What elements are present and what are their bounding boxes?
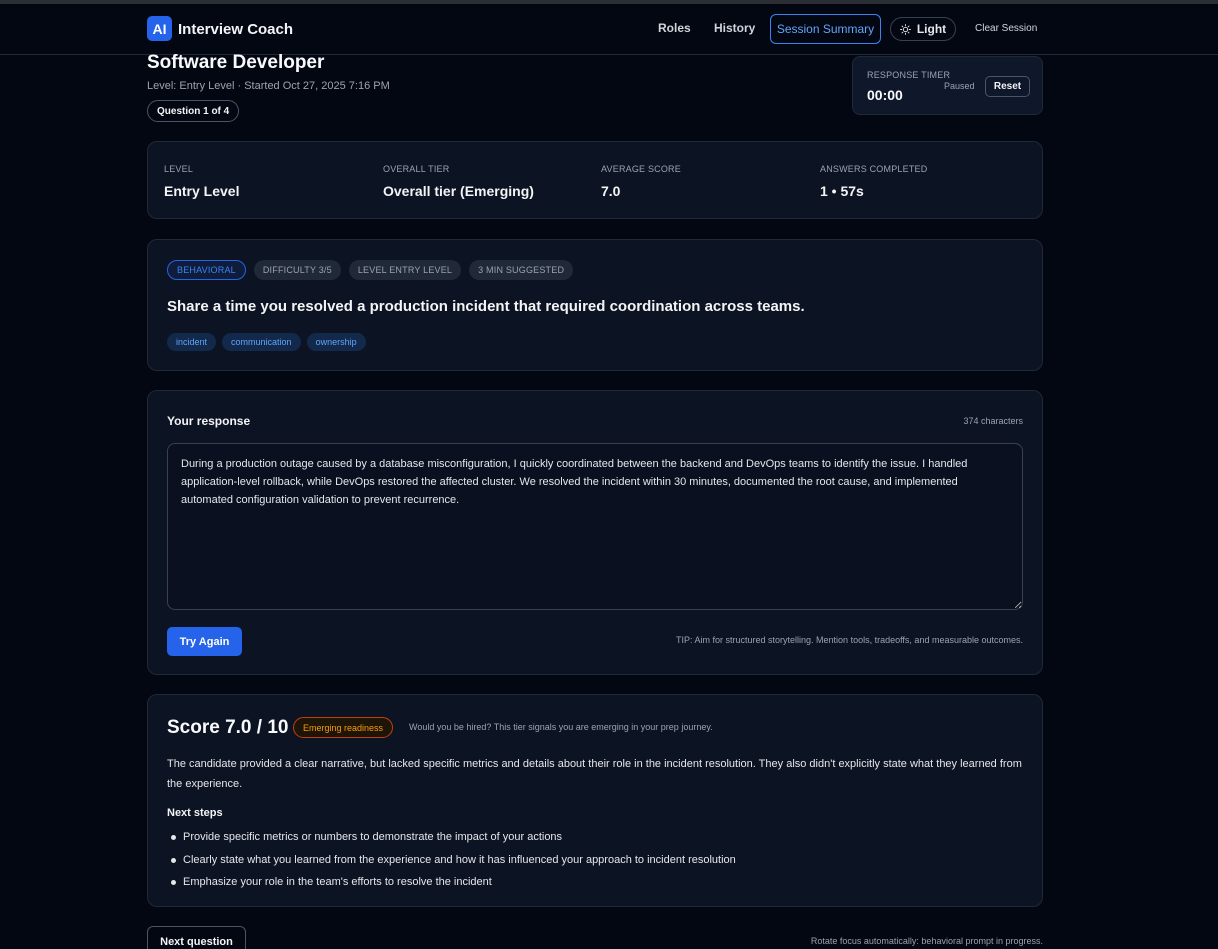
session-meta: Level: Entry Level · Started Oct 27, 202… <box>147 80 390 92</box>
timer-status: Paused <box>944 81 975 91</box>
nav-history[interactable]: History <box>714 21 755 35</box>
next-steps-list: Provide specific metrics or numbers to d… <box>167 826 736 894</box>
response-tip: TIP: Aim for structured storytelling. Me… <box>676 635 1023 645</box>
stat-level: LEVEL Entry Level <box>164 164 239 199</box>
theme-toggle-button[interactable]: Light <box>890 17 956 41</box>
score-title: Score 7.0 / 10 <box>167 717 289 738</box>
app-logo: AI <box>147 16 172 41</box>
top-navbar: AI Interview Coach Roles History Session… <box>0 4 1218 55</box>
stat-value: 1 • 57s <box>820 183 864 199</box>
page-title: Software Developer <box>147 52 325 73</box>
question-card: BEHAVIORAL DIFFICULTY 3/5 LEVEL ENTRY LE… <box>147 239 1043 371</box>
stat-value: Entry Level <box>164 183 240 199</box>
difficulty-tag: DIFFICULTY 3/5 <box>253 260 341 280</box>
next-step-item: Provide specific metrics or numbers to d… <box>167 826 736 849</box>
rotate-focus-note: Rotate focus automatically: behavioral p… <box>810 936 1043 946</box>
topic-chip: ownership <box>306 333 366 351</box>
topic-chip: communication <box>222 333 301 351</box>
question-progress-badge: Question 1 of 4 <box>147 100 240 122</box>
stat-value: Overall tier (Emerging) <box>383 183 534 199</box>
readiness-badge: Emerging readiness <box>293 717 394 738</box>
next-step-item: Emphasize your role in the team's effort… <box>167 871 736 894</box>
nav-roles[interactable]: Roles <box>658 21 691 35</box>
stat-overall-tier: OVERALL TIER Overall tier (Emerging) <box>383 164 534 199</box>
timer-value: 00:00 <box>867 87 903 103</box>
category-tag: BEHAVIORAL <box>167 260 246 280</box>
sun-icon <box>899 23 911 35</box>
next-question-button[interactable]: Next question <box>147 926 246 949</box>
timer-reset-button[interactable]: Reset <box>985 76 1030 97</box>
hire-note: Would you be hired? This tier signals yo… <box>409 722 713 732</box>
next-steps-title: Next steps <box>167 807 223 819</box>
session-stats-card: LEVEL Entry Level OVERALL TIER Overall t… <box>147 141 1043 219</box>
stat-label: OVERALL TIER <box>383 164 450 174</box>
response-textarea[interactable]: During a production outage caused by a d… <box>167 443 1023 610</box>
nav-session-summary[interactable]: Session Summary <box>770 14 881 44</box>
score-card: Score 7.0 / 10 Emerging readiness Would … <box>147 694 1043 907</box>
feedback-text: The candidate provided a clear narrative… <box>167 758 1022 790</box>
timer-label: RESPONSE TIMER <box>867 70 951 80</box>
try-again-button[interactable]: Try Again <box>167 627 242 656</box>
clear-session-button[interactable]: Clear Session <box>975 23 1037 34</box>
brand-name[interactable]: Interview Coach <box>178 21 293 38</box>
time-suggested-tag: 3 MIN SUGGESTED <box>469 260 574 280</box>
question-text: Share a time you resolved a production i… <box>167 298 805 315</box>
topic-chip: incident <box>167 333 217 351</box>
next-step-item: Clearly state what you learned from the … <box>167 849 736 872</box>
stat-value: 7.0 <box>601 183 621 199</box>
stat-average-score: AVERAGE SCORE 7.0 <box>601 164 681 199</box>
topic-chips: incident communication ownership <box>167 333 366 351</box>
response-card: Your response 374 characters During a pr… <box>147 390 1043 675</box>
stat-label: AVERAGE SCORE <box>601 164 681 174</box>
theme-toggle-label: Light <box>916 22 947 36</box>
response-title: Your response <box>167 414 251 428</box>
stat-label: LEVEL <box>164 164 194 174</box>
stat-label: ANSWERS COMPLETED <box>820 164 928 174</box>
response-timer-card: RESPONSE TIMER 00:00 Paused Reset <box>852 56 1043 115</box>
character-count: 374 characters <box>963 416 1023 426</box>
stat-answers-completed: ANSWERS COMPLETED 1 • 57s <box>820 164 927 199</box>
question-tags: BEHAVIORAL DIFFICULTY 3/5 LEVEL ENTRY LE… <box>167 260 574 280</box>
level-tag: LEVEL ENTRY LEVEL <box>348 260 462 280</box>
